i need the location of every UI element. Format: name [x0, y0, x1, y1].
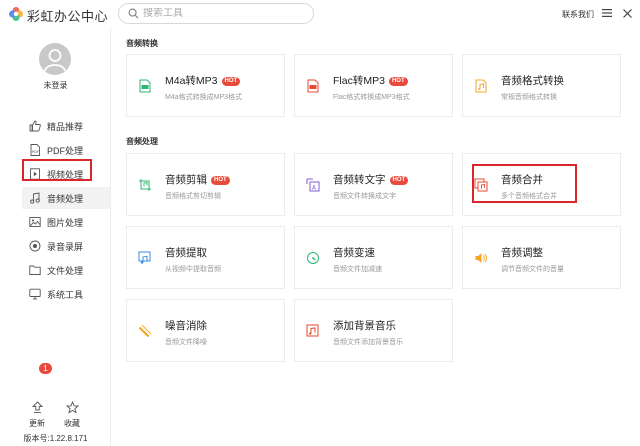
sidebar-item-system-tools[interactable]: 系统工具 [22, 283, 110, 305]
image-icon [28, 215, 42, 229]
sidebar-item-label: 文件处理 [47, 265, 84, 276]
sidebar-item-recording[interactable]: 录音录屏 [22, 235, 110, 257]
tool-card-audio-to-text[interactable]: A 音频转文字 HOT 音频文件转换成文字 [294, 153, 453, 216]
tool-name: M4a转MP3 HOT [165, 73, 241, 88]
tool-name: 音频提取 [165, 247, 207, 259]
tool-card-flac-to-mp3[interactable]: Flac转MP3 HOT Flac格式转换成MP3格式 [294, 54, 453, 117]
tool-description: 音频格式剪切剪辑 [165, 193, 221, 200]
favorite-button[interactable]: 收藏 [59, 400, 85, 436]
tool-name: 音频转文字 HOT [333, 172, 409, 187]
menu-icon[interactable] [600, 5, 614, 21]
flac-file-icon [307, 79, 319, 93]
add-music-icon [306, 324, 319, 337]
tool-description: 常规音频格式转换 [501, 94, 557, 101]
tool-description: M4a格式转换成MP3格式 [165, 94, 243, 101]
update-label: 更新 [29, 419, 45, 428]
star-icon [65, 400, 79, 414]
tool-name: 添加背景音乐 [333, 320, 396, 332]
section-title-audio-conversion: 音频转换 [126, 39, 158, 48]
sidebar-item-files[interactable]: 文件处理 [22, 259, 110, 281]
tool-description: 音频文件降噪 [165, 339, 207, 346]
tool-description: 调节音频文件的音量 [501, 266, 564, 273]
music-note-icon [28, 191, 42, 205]
audio-cut-icon [139, 179, 151, 191]
hot-badge: HOT [389, 176, 409, 185]
sidebar-item-label: 图片处理 [47, 217, 84, 228]
thumbs-up-icon [28, 119, 42, 133]
pdf-file-icon: PDF [28, 143, 42, 157]
sidebar-item-label: 录音录屏 [47, 241, 84, 252]
record-icon [28, 239, 42, 253]
hot-badge: HOT [211, 176, 230, 185]
tool-name: 噪音消除 [165, 320, 207, 332]
folder-icon [28, 263, 42, 277]
svg-text:A: A [312, 185, 317, 192]
tool-card-audio-cut[interactable]: 音频剪辑 HOT 音频格式剪切剪辑 [126, 153, 285, 216]
tool-name: Flac转MP3 HOT [333, 73, 408, 88]
search-input[interactable] [143, 8, 293, 19]
avatar[interactable] [39, 43, 71, 75]
sidebar-item-label: 系统工具 [47, 289, 84, 300]
audio-extract-icon [138, 251, 151, 264]
tool-name: 音频变速 [333, 247, 375, 259]
tool-description: 音频文件转换成文字 [333, 193, 396, 200]
tool-card-noise-removal[interactable]: 噪音消除 音频文件降噪 [126, 299, 285, 362]
tool-card-audio-format-convert[interactable]: 音频格式转换 常规音频格式转换 [462, 54, 621, 117]
sidebar-item-label: 精品推荐 [47, 121, 84, 132]
tool-name: 音频格式转换 [501, 75, 564, 87]
tool-card-m4a-to-mp3[interactable]: M4a转MP3 HOT M4a格式转换成MP3格式 [126, 54, 285, 117]
tool-name: 音频剪辑 HOT [165, 172, 230, 187]
update-icon [30, 400, 44, 414]
tool-description: Flac格式转换成MP3格式 [333, 94, 410, 101]
sidebar-item-recommended[interactable]: 精品推荐 [22, 115, 110, 137]
tool-description: 音频文件添加背景音乐 [333, 339, 403, 346]
monitor-icon [28, 287, 42, 301]
sidebar: 未登录 精品推荐 PDF PDF处理 视频处理 音频处理 图片处理 录音录屏 文… [0, 28, 111, 446]
m4a-file-icon [139, 79, 151, 93]
user-avatar-icon [44, 49, 66, 72]
tool-card-audio-extract[interactable]: 音频提取 从视频中提取音频 [126, 226, 285, 289]
section-title-audio-processing: 音频处理 [126, 137, 158, 146]
contact-us-link[interactable]: 联系我们 [562, 9, 594, 20]
search-box[interactable] [118, 3, 314, 24]
sidebar-item-audio[interactable]: 音频处理 [22, 187, 110, 209]
favorite-label: 收藏 [64, 419, 80, 428]
sidebar-item-image[interactable]: 图片处理 [22, 211, 110, 233]
login-status[interactable]: 未登录 [0, 80, 111, 91]
rainbow-logo-icon [9, 7, 23, 21]
audio-format-icon [475, 79, 487, 93]
search-icon [123, 4, 143, 23]
sidebar-item-label: PDF处理 [47, 145, 84, 156]
version-text: 版本号:1.22.8.171 [23, 434, 88, 443]
tool-name: 音频调整 [501, 247, 543, 259]
audio-to-text-icon: A [306, 178, 320, 192]
speed-icon [307, 252, 319, 264]
tool-description: 从视频中提取音频 [165, 266, 221, 273]
sidebar-item-pdf[interactable]: PDF PDF处理 [22, 139, 110, 161]
volume-icon [475, 253, 487, 263]
sidebar-active-highlight [22, 159, 92, 181]
tool-card-audio-speed[interactable]: 音频变速 音频文件加减速 [294, 226, 453, 289]
close-icon[interactable] [620, 5, 634, 21]
svg-text:PDF: PDF [32, 150, 39, 154]
tool-card-add-bgm[interactable]: 添加背景音乐 音频文件添加背景音乐 [294, 299, 453, 362]
selection-highlight [472, 164, 577, 203]
tool-description: 音频文件加减速 [333, 266, 382, 273]
hot-badge: HOT [388, 77, 408, 86]
title-bar: 彩虹办公中心 联系我们 [0, 0, 640, 28]
tool-card-audio-adjust[interactable]: 音频调整 调节音频文件的音量 [462, 226, 621, 289]
app-title: 彩虹办公中心 [27, 9, 109, 24]
update-button[interactable]: 更新 [24, 400, 50, 436]
sidebar-item-label: 音频处理 [47, 193, 84, 204]
noise-removal-icon [138, 324, 152, 338]
update-badge: 1 [39, 363, 52, 374]
hot-badge: HOT [221, 77, 241, 86]
